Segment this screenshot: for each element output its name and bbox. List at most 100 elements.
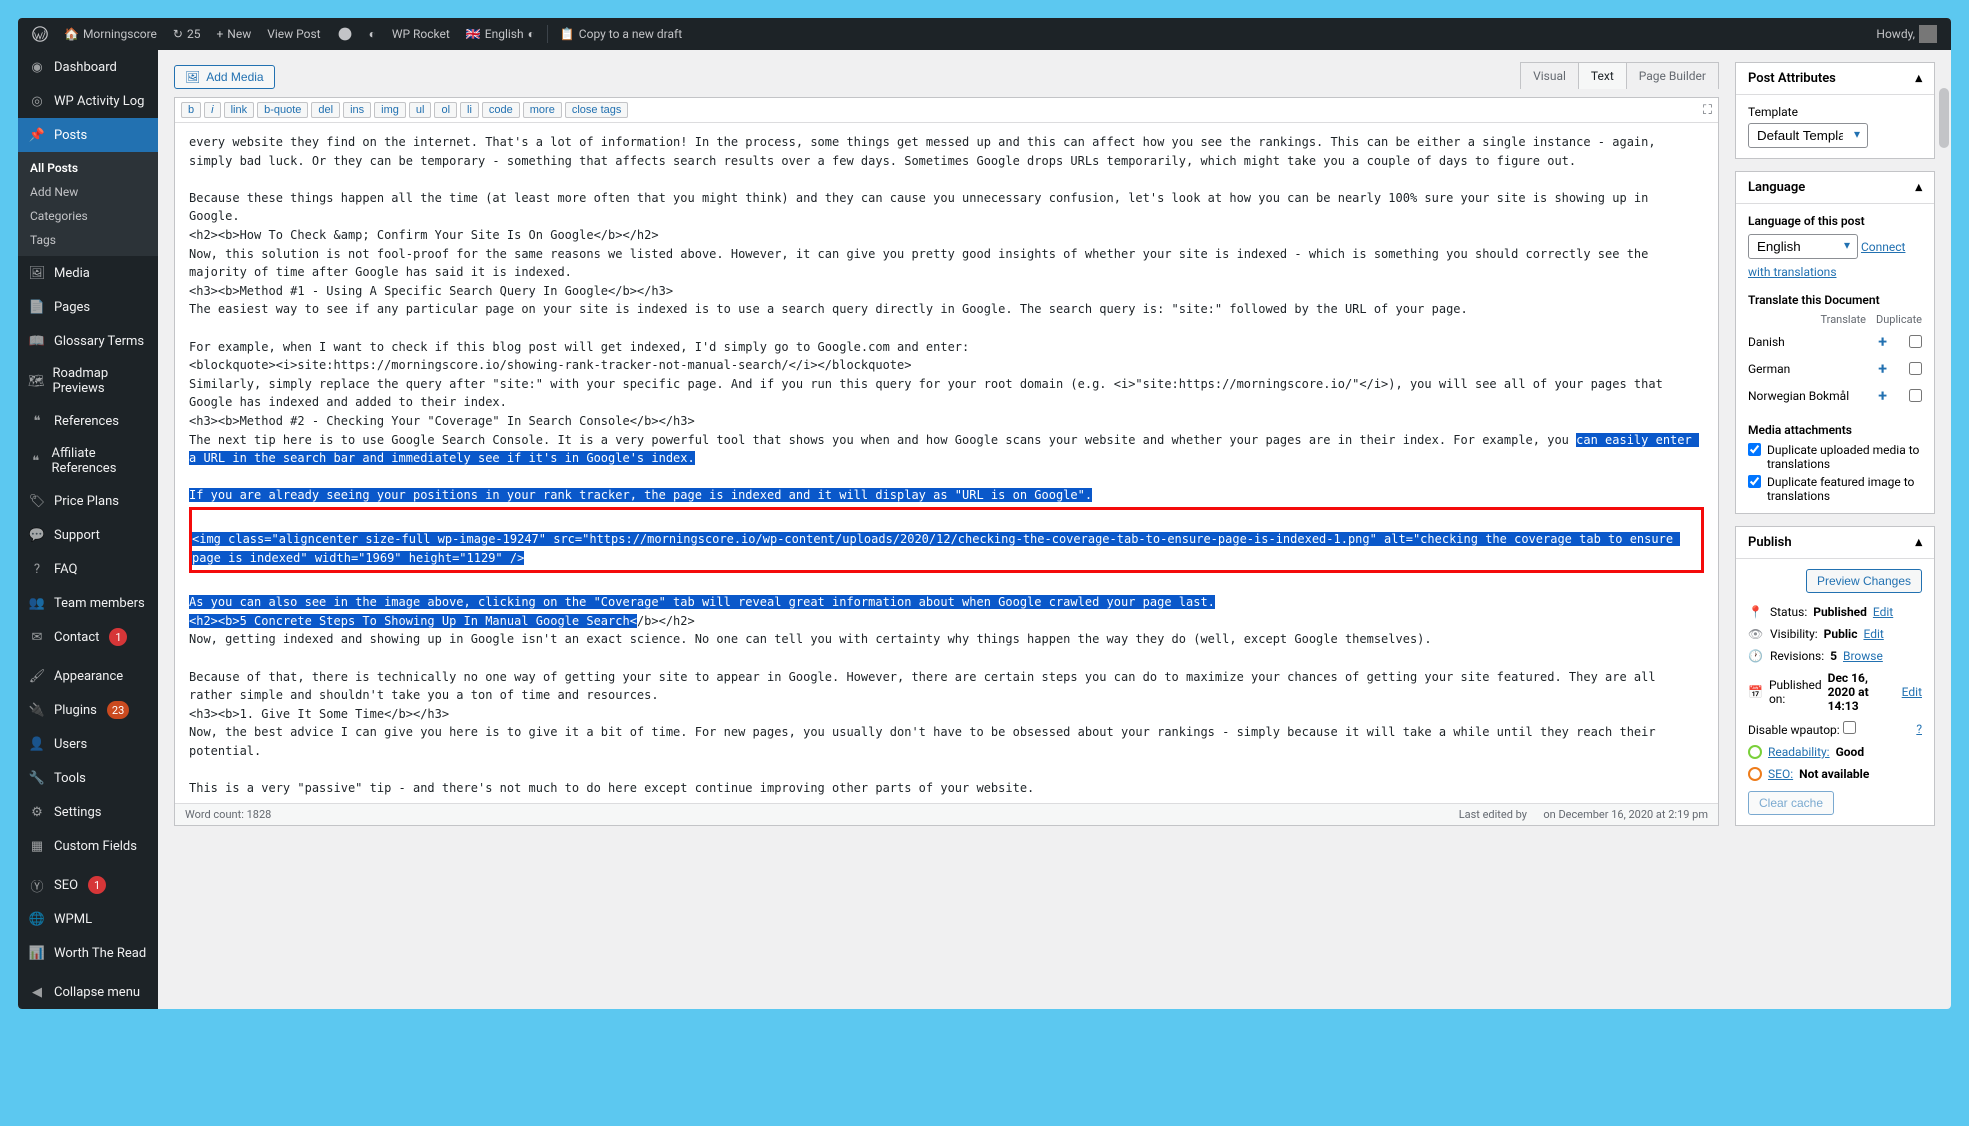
duplicate-checkbox[interactable] [1909, 389, 1922, 402]
help-icon: ? [28, 560, 46, 578]
wp-rocket[interactable]: WP Rocket [386, 18, 456, 50]
duplicate-checkbox[interactable] [1909, 335, 1922, 348]
cache-icon[interactable]: ◐ [363, 18, 382, 50]
sidebar-references[interactable]: ❝References [18, 404, 158, 438]
ql-li[interactable]: li [460, 102, 479, 118]
sidebar-support[interactable]: 💬Support [18, 518, 158, 552]
post-language-select[interactable]: English [1748, 234, 1858, 259]
edit-visibility-link[interactable]: Edit [1863, 627, 1883, 641]
language-switcher[interactable]: 🇬🇧 English ◐ [460, 18, 541, 50]
toggle-icon[interactable]: ▴ [1915, 535, 1922, 550]
media-icon: 🖼 [28, 264, 46, 282]
ql-img[interactable]: img [374, 102, 406, 118]
admin-sidebar: ◉Dashboard ◎WP Activity Log 📌Posts All P… [18, 50, 158, 1009]
ql-more[interactable]: more [523, 102, 562, 118]
sidebar-glossary[interactable]: 📖Glossary Terms [18, 324, 158, 358]
copy-draft[interactable]: 📋 Copy to a new draft [554, 18, 688, 50]
wp-logo[interactable] [26, 18, 54, 50]
clear-cache-button[interactable]: Clear cache [1748, 791, 1834, 815]
seo-badge: 1 [88, 876, 106, 894]
ql-del[interactable]: del [311, 102, 340, 118]
translate-doc-label: Translate this Document [1748, 293, 1922, 307]
yoast-icon[interactable] [331, 18, 359, 50]
dup-media-checkbox[interactable] [1748, 443, 1761, 456]
yoast-icon: Ⓨ [28, 876, 46, 894]
preview-changes-button[interactable]: Preview Changes [1806, 569, 1922, 593]
media-icon: 🖼 [185, 70, 200, 84]
sidebar-roadmap[interactable]: 🗺Roadmap Previews [18, 358, 158, 404]
sidebar-media[interactable]: 🖼Media [18, 256, 158, 290]
add-media-button[interactable]: 🖼Add Media [174, 65, 275, 89]
translate-plus[interactable]: + [1878, 359, 1887, 378]
site-name[interactable]: 🏠 Morningscore [58, 18, 163, 50]
quicktags-toolbar: b i link b-quote del ins img ul ol li co… [175, 98, 1718, 123]
edit-status-link[interactable]: Edit [1873, 605, 1893, 619]
disable-wpautop-checkbox[interactable] [1843, 721, 1856, 734]
sidebar-plugins[interactable]: 🔌Plugins23 [18, 693, 158, 727]
sidebar-categories[interactable]: Categories [18, 204, 158, 228]
sidebar-add-new[interactable]: Add New [18, 180, 158, 204]
toggle-icon[interactable]: ▴ [1915, 71, 1922, 86]
book-icon: 📖 [28, 332, 46, 350]
scrollbar-thumb[interactable] [1939, 88, 1949, 148]
tab-page-builder[interactable]: Page Builder [1626, 62, 1719, 89]
sidebar-dashboard[interactable]: ◉Dashboard [18, 50, 158, 84]
translate-plus[interactable]: + [1878, 386, 1887, 405]
fullscreen-icon[interactable]: ⛶ [1703, 103, 1712, 118]
dup-featured-checkbox[interactable] [1748, 475, 1761, 488]
sidebar-price-plans[interactable]: 🏷Price Plans [18, 484, 158, 518]
team-icon: 👥 [28, 594, 46, 612]
toggle-icon[interactable]: ▴ [1915, 180, 1922, 195]
ql-ul[interactable]: ul [409, 102, 432, 118]
translate-plus[interactable]: + [1878, 332, 1887, 351]
sidebar-all-posts[interactable]: All Posts [18, 156, 158, 180]
sidebar-faq[interactable]: ?FAQ [18, 552, 158, 586]
seo-link[interactable]: SEO: [1768, 767, 1793, 781]
sidebar-contact[interactable]: ✉Contact1 [18, 620, 158, 654]
sidebar-tags[interactable]: Tags [18, 228, 158, 252]
sidebar-activity-log[interactable]: ◎WP Activity Log [18, 84, 158, 118]
sidebar-settings[interactable]: ⚙Settings [18, 795, 158, 829]
ql-link[interactable]: link [224, 102, 255, 118]
edit-date-link[interactable]: Edit [1902, 685, 1922, 699]
view-post[interactable]: View Post [261, 18, 326, 50]
duplicate-checkbox[interactable] [1909, 362, 1922, 375]
template-label: Template [1748, 105, 1922, 119]
updates[interactable]: ↻ 25 [167, 18, 207, 50]
sidebar-custom-fields[interactable]: ▦Custom Fields [18, 829, 158, 863]
ql-code[interactable]: code [482, 102, 520, 118]
sidebar-posts[interactable]: 📌Posts [18, 118, 158, 152]
ql-ol[interactable]: ol [434, 102, 457, 118]
sidebar-worth-read[interactable]: 📊Worth The Read [18, 936, 158, 970]
ql-b[interactable]: b [181, 102, 201, 118]
readability-link[interactable]: Readability: [1768, 745, 1830, 759]
ql-i[interactable]: i [204, 102, 220, 118]
ql-bquote[interactable]: b-quote [257, 102, 308, 118]
sidebar-tools[interactable]: 🔧Tools [18, 761, 158, 795]
ql-close-tags[interactable]: close tags [565, 102, 629, 118]
sidebar-affiliate-refs[interactable]: ❝Affiliate References [18, 438, 158, 484]
post-content-textarea[interactable]: every website they find on the internet.… [175, 123, 1718, 803]
template-select[interactable]: Default Template [1748, 123, 1868, 148]
support-icon: 💬 [28, 526, 46, 544]
browse-revisions-link[interactable]: Browse [1843, 649, 1883, 663]
plugins-badge: 23 [107, 701, 129, 719]
sidebar-collapse[interactable]: ◀Collapse menu [18, 975, 158, 1009]
howdy[interactable]: Howdy, [1870, 18, 1943, 50]
tab-text[interactable]: Text [1578, 62, 1627, 89]
publish-panel: Publish▴ Preview Changes 📍Status: Publis… [1735, 526, 1935, 826]
admin-toolbar: 🏠 Morningscore ↻ 25 + New View Post ◐ WP… [18, 18, 1951, 50]
ql-ins[interactable]: ins [343, 102, 371, 118]
sidebar-team[interactable]: 👥Team members [18, 586, 158, 620]
eye-icon: 👁 [1748, 627, 1764, 641]
sidebar-pages[interactable]: 📄Pages [18, 290, 158, 324]
sidebar-users[interactable]: 👤Users [18, 727, 158, 761]
sidebar-seo[interactable]: ⓎSEO1 [18, 868, 158, 902]
page-scrollbar[interactable] [1939, 68, 1949, 999]
help-link[interactable]: ? [1916, 722, 1922, 736]
quote-icon: ❝ [28, 452, 43, 470]
sidebar-wpml[interactable]: 🌐WPML [18, 902, 158, 936]
new-content[interactable]: + New [210, 18, 257, 50]
sidebar-appearance[interactable]: 🖌Appearance [18, 659, 158, 693]
tab-visual[interactable]: Visual [1520, 62, 1579, 89]
